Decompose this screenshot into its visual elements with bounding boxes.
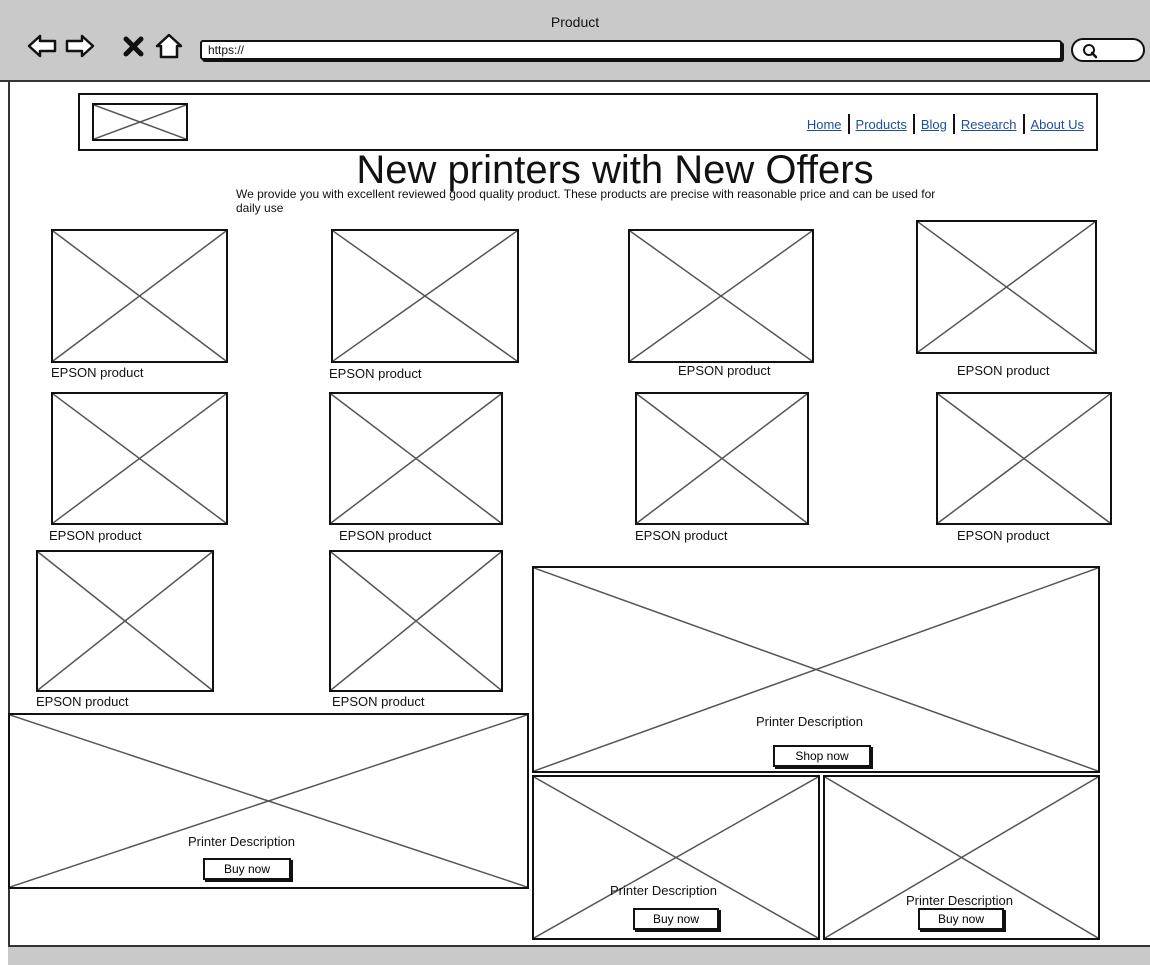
status-bar — [8, 945, 1150, 965]
image-placeholder-icon — [938, 394, 1110, 523]
address-bar[interactable]: https:// — [200, 40, 1062, 60]
product-label: EPSON product — [51, 365, 144, 380]
image-placeholder-icon — [38, 552, 212, 690]
hero-description: We provide you with excellent reviewed g… — [236, 187, 936, 215]
buy-now-button[interactable]: Buy now — [633, 908, 719, 930]
product-image[interactable] — [51, 392, 228, 525]
stop-x-icon[interactable] — [118, 30, 150, 62]
product-image[interactable] — [329, 550, 503, 692]
nav-about-us[interactable]: About Us — [1025, 117, 1090, 132]
nav-products[interactable]: Products — [850, 117, 913, 132]
image-placeholder-icon — [630, 231, 812, 361]
forward-arrow-icon[interactable] — [64, 30, 96, 62]
product-image[interactable] — [36, 550, 214, 692]
image-placeholder-icon — [331, 394, 501, 523]
search-button[interactable] — [1071, 38, 1145, 62]
image-placeholder-icon — [53, 231, 226, 361]
product-label: EPSON product — [339, 528, 432, 543]
main-nav: Home Products Blog Research About Us — [801, 114, 1090, 134]
image-placeholder-icon — [637, 394, 807, 523]
logo-placeholder[interactable] — [92, 103, 188, 141]
product-image[interactable] — [628, 229, 814, 363]
product-image[interactable] — [51, 229, 228, 363]
image-placeholder-icon — [53, 394, 226, 523]
product-image[interactable] — [329, 392, 503, 525]
home-icon[interactable] — [153, 30, 185, 62]
product-label: EPSON product — [36, 694, 129, 709]
shop-now-button[interactable]: Shop now — [773, 745, 871, 767]
site-header: Home Products Blog Research About Us — [78, 93, 1098, 151]
product-label: EPSON product — [49, 528, 142, 543]
promo-description: Printer Description — [188, 834, 295, 849]
image-placeholder-icon — [333, 231, 517, 361]
image-placeholder-icon — [534, 568, 1098, 771]
product-label: EPSON product — [957, 363, 1050, 378]
product-image[interactable] — [916, 220, 1097, 354]
image-placeholder-icon — [918, 222, 1095, 352]
product-label: EPSON product — [678, 363, 771, 378]
promo-description: Printer Description — [906, 893, 1013, 908]
product-image[interactable] — [635, 392, 809, 525]
nav-blog[interactable]: Blog — [915, 117, 953, 132]
product-image[interactable] — [936, 392, 1112, 525]
product-label: EPSON product — [329, 366, 422, 381]
product-label: EPSON product — [635, 528, 728, 543]
buy-now-button[interactable]: Buy now — [918, 908, 1004, 930]
back-arrow-icon[interactable] — [26, 30, 58, 62]
product-image[interactable] — [331, 229, 519, 363]
nav-research[interactable]: Research — [955, 117, 1023, 132]
image-placeholder-icon — [94, 105, 186, 139]
image-placeholder-icon — [331, 552, 501, 690]
product-label: EPSON product — [332, 694, 425, 709]
product-label: EPSON product — [957, 528, 1050, 543]
promo-banner-shop — [532, 566, 1100, 773]
search-icon — [1083, 44, 1098, 59]
buy-now-button[interactable]: Buy now — [203, 858, 291, 880]
nav-home[interactable]: Home — [801, 117, 848, 132]
promo-description: Printer Description — [756, 714, 863, 729]
window-title: Product — [550, 14, 600, 30]
promo-description: Printer Description — [610, 883, 717, 898]
